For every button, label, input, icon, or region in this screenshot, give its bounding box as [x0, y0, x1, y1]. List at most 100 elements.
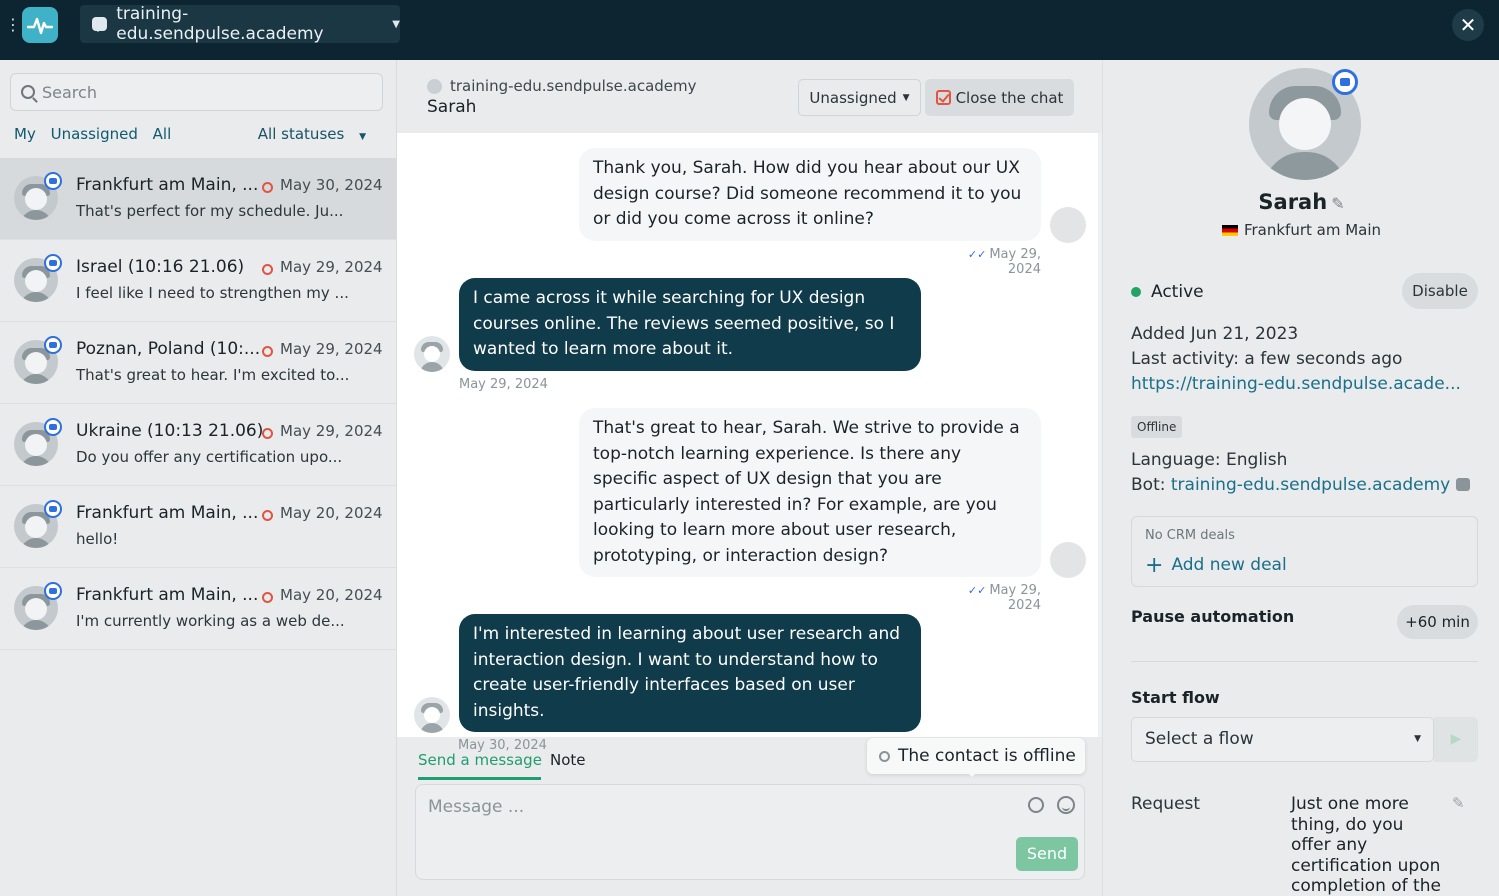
close-chat-label: Close the chat: [955, 88, 1064, 107]
play-icon[interactable]: ▶: [1434, 717, 1478, 762]
filter-unassigned[interactable]: Unassigned: [51, 125, 138, 143]
bot-row: Bot: training-edu.sendpulse.academy: [1131, 475, 1471, 495]
flow-select[interactable]: Select a flow ▼: [1131, 717, 1434, 762]
offline-status-icon: [262, 510, 273, 521]
channel-badge-icon: [44, 500, 62, 518]
contact-status: Active: [1131, 282, 1204, 302]
conversation-item[interactable]: Israel (10:16 21.06) May 29, 2024 I feel…: [0, 240, 396, 322]
channel-badge-icon: [44, 582, 62, 600]
send-button[interactable]: Send: [1016, 837, 1078, 871]
channel-badge-icon: [44, 254, 62, 272]
contact-name-text: Sarah: [1258, 190, 1328, 214]
offline-status-icon: [262, 182, 273, 193]
tab-send-message[interactable]: Send a message: [418, 751, 542, 780]
edit-pencil-icon[interactable]: ✎: [1452, 794, 1465, 812]
disable-button[interactable]: Disable: [1402, 273, 1478, 309]
conversation-preview: That's great to hear. I'm excited to...: [76, 366, 350, 384]
chevron-down-icon: ▼: [392, 18, 400, 30]
conversation-preview: I'm currently working as a web de...: [76, 612, 345, 630]
conversation-date: May 29, 2024: [280, 258, 383, 276]
edit-pencil-icon[interactable]: ✎: [1331, 194, 1344, 213]
close-chat-button[interactable]: Close the chat: [925, 79, 1074, 116]
assign-label: Unassigned: [809, 88, 897, 107]
chat-header: training-edu.sendpulse.academy Sarah Una…: [397, 60, 1102, 133]
search-input[interactable]: Search: [10, 73, 383, 111]
pause-60-button[interactable]: +60 min: [1397, 605, 1478, 639]
timestamp-text: May 29, 2024: [989, 247, 1041, 277]
conversation-preview: That's perfect for my schedule. Ju...: [76, 202, 344, 220]
add-deal-button[interactable]: + Add new deal: [1145, 553, 1287, 578]
conversation-name: Poznan, Poland (10:...: [76, 339, 261, 359]
contact-url-row: https://training-edu.sendpulse.acade...: [1131, 374, 1461, 394]
channel-badge-icon: [44, 172, 62, 190]
emoji-icon[interactable]: [1057, 796, 1075, 814]
conversation-filters: My Unassigned All All statuses ▼: [14, 125, 386, 147]
conversation-item[interactable]: Poznan, Poland (10:... May 29, 2024 That…: [0, 322, 396, 404]
bot-link[interactable]: training-edu.sendpulse.academy: [1171, 475, 1450, 495]
close-button[interactable]: ✕: [1452, 9, 1484, 41]
message-timestamp: ✓✓ May 29, 2024: [937, 247, 1041, 277]
message-input[interactable]: Message ... Send: [415, 784, 1085, 880]
offline-status-icon: [262, 428, 273, 439]
contact-name: Sarah ✎: [1103, 190, 1499, 214]
filter-all[interactable]: All: [153, 125, 172, 143]
active-dot-icon: [1131, 287, 1141, 297]
message-thread[interactable]: Thank you, Sarah. How did you hear about…: [397, 133, 1098, 737]
filter-my[interactable]: My: [14, 125, 36, 143]
start-flow-label: Start flow: [1131, 688, 1220, 707]
contact-status-text: Active: [1151, 282, 1204, 302]
chat-account: training-edu.sendpulse.academy: [427, 77, 697, 95]
status-filter-dropdown[interactable]: All statuses ▼: [258, 125, 376, 143]
conversation-item[interactable]: Ukraine (10:13 21.06) May 29, 2024 Do yo…: [0, 404, 396, 486]
conversation-date: May 29, 2024: [280, 340, 383, 358]
request-value: Just one more thing, do you offer any ce…: [1291, 794, 1441, 896]
app-logo[interactable]: [22, 7, 58, 43]
status-filter-label: All statuses: [257, 125, 345, 143]
offline-status-icon: [262, 264, 273, 275]
message-timestamp: May 29, 2024: [459, 377, 548, 392]
chat-bubble-icon: [92, 17, 108, 32]
conversation-item[interactable]: Frankfurt am Main, ... May 30, 2024 That…: [0, 158, 396, 240]
offline-status-icon: [879, 750, 890, 762]
more-menu-icon[interactable]: ⋮: [5, 14, 21, 36]
channel-badge-icon: [44, 336, 62, 354]
pulse-icon: [27, 17, 53, 35]
outgoing-message: Thank you, Sarah. How did you hear about…: [579, 148, 1041, 241]
conversation-name: Israel (10:16 21.06): [76, 257, 245, 277]
last-activity: Last activity: a few seconds ago: [1131, 349, 1403, 369]
attachment-icon[interactable]: [1028, 797, 1044, 813]
search-icon: [21, 85, 35, 99]
message-timestamp: ✓✓ May 29, 2024: [937, 583, 1041, 613]
incoming-message: I'm interested in learning about user re…: [459, 614, 921, 732]
incoming-message: I came across it while searching for UX …: [459, 278, 921, 371]
bot-icon: [427, 78, 442, 94]
assign-dropdown[interactable]: Unassigned ▼: [798, 79, 921, 116]
conversation-sidebar: Search My Unassigned All All statuses ▼ …: [0, 60, 397, 896]
contact-url-link[interactable]: https://training-edu.sendpulse.acade...: [1131, 374, 1461, 394]
double-check-icon: ✓✓: [967, 584, 987, 597]
tab-note[interactable]: Note: [550, 751, 586, 769]
contact-location-text: Frankfurt am Main: [1243, 221, 1382, 239]
plus-icon: +: [1145, 553, 1164, 578]
chat-account-name: training-edu.sendpulse.academy: [450, 77, 697, 95]
chevron-down-icon: ▼: [359, 132, 366, 142]
add-deal-label: Add new deal: [1171, 555, 1287, 575]
flow-select-value: Select a flow: [1145, 729, 1254, 749]
conversation-name: Ukraine (10:13 21.06): [76, 421, 264, 441]
operator-avatar: [1050, 207, 1086, 243]
offline-tooltip: The contact is offline: [867, 738, 1085, 777]
conversation-preview: I feel like I need to strengthen my ...: [76, 284, 349, 302]
conversation-preview: Do you offer any certification upo...: [76, 448, 343, 466]
timestamp-text: May 29, 2024: [989, 583, 1041, 613]
conversation-name: Frankfurt am Main, ...: [76, 175, 259, 195]
conversation-item[interactable]: Frankfurt am Main, ... May 20, 2024 hell…: [0, 486, 396, 568]
chevron-down-icon: ▼: [1414, 734, 1421, 744]
offline-tag[interactable]: Offline: [1131, 416, 1183, 438]
outgoing-message: That's great to hear, Sarah. We strive t…: [579, 408, 1041, 577]
contact-avatar: [414, 336, 450, 372]
crm-title: No CRM deals: [1145, 528, 1235, 543]
channel-badge-icon: [1332, 69, 1358, 95]
account-selector[interactable]: training-edu.sendpulse.academy ▼: [80, 4, 400, 44]
request-label: Request: [1131, 794, 1201, 814]
conversation-item[interactable]: Frankfurt am Main, ... May 20, 2024 I'm …: [0, 568, 396, 650]
